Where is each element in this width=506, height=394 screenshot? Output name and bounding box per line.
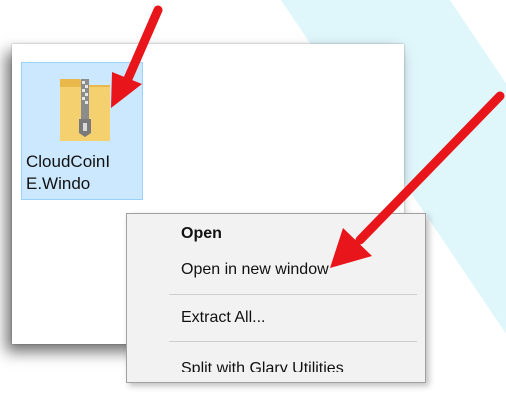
menu-item-open-new-window[interactable]: Open in new window	[127, 255, 425, 285]
menu-separator	[169, 294, 417, 295]
menu-item-open[interactable]: Open	[127, 219, 425, 249]
context-menu: Open Open in new window Extract All... S…	[126, 213, 426, 383]
menu-item-split-glary[interactable]: Split with Glary Utilities	[127, 350, 425, 372]
explorer-window: CloudCoinI E.Windo Open Open in new wind…	[12, 44, 426, 383]
zip-folder-icon	[56, 73, 114, 145]
file-item-zip[interactable]: CloudCoinI E.Windo	[21, 62, 143, 200]
menu-separator	[169, 341, 417, 342]
file-name-label: CloudCoinI E.Windo	[26, 152, 111, 193]
menu-item-extract-all[interactable]: Extract All...	[127, 303, 425, 333]
